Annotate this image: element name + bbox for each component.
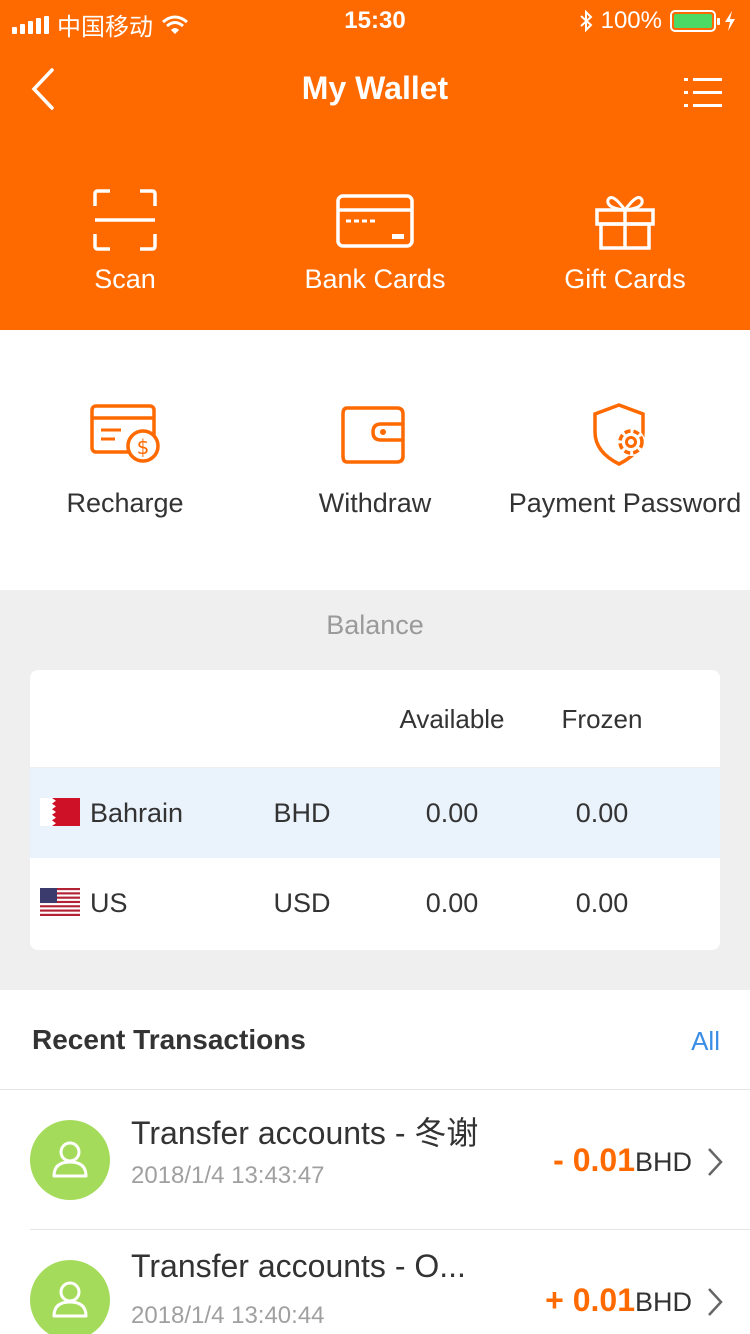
bank-cards-button[interactable]: Bank Cards	[250, 188, 500, 295]
transaction-title: Transfer accounts - O...	[131, 1248, 466, 1284]
wallet-header: 中国移动 15:30 100% My Wallet Scan Bank Card…	[0, 0, 750, 330]
recharge-button[interactable]: $ Recharge	[0, 330, 250, 590]
recharge-icon: $	[90, 404, 160, 463]
transactions-title: Recent Transactions	[32, 1024, 306, 1055]
transaction-amount: - 0.01BHD	[553, 1142, 692, 1179]
balance-row-us[interactable]: US USD 0.00 0.00	[30, 858, 720, 948]
balance-card: Available Frozen Bahrain BHD 0.00 0.00 U…	[30, 670, 720, 950]
available-amount: 0.00	[425, 888, 479, 918]
amount-value: - 0.01	[553, 1142, 635, 1178]
avatar	[30, 1120, 110, 1200]
country-name: US	[90, 888, 128, 918]
frozen-header: Frozen	[561, 704, 643, 734]
currency-code: BHD	[273, 798, 331, 828]
wallet-actions: $ Recharge Withdraw Payment Password	[0, 330, 750, 590]
wallet-icon	[341, 406, 405, 464]
withdraw-label: Withdraw	[318, 488, 432, 518]
us-flag-icon	[40, 888, 80, 916]
battery-icon	[670, 10, 720, 32]
page-title: My Wallet	[301, 70, 449, 106]
transactions-header: Recent Transactions All	[0, 990, 750, 1090]
svg-text:$: $	[137, 435, 150, 459]
gift-icon	[595, 196, 655, 250]
scan-icon	[93, 189, 157, 251]
amount-value: + 0.01	[545, 1282, 635, 1318]
bank-card-icon	[336, 194, 414, 248]
user-icon	[52, 1141, 88, 1178]
balance-title: Balance	[326, 610, 424, 640]
available-header: Available	[399, 704, 505, 734]
payment-password-button[interactable]: Payment Password	[500, 330, 750, 590]
frozen-amount: 0.00	[575, 888, 629, 918]
scan-button[interactable]: Scan	[0, 188, 250, 295]
bahrain-flag-icon	[40, 798, 80, 826]
transaction-time: 2018/1/4 13:40:44	[131, 1302, 325, 1329]
transaction-row[interactable]: Transfer accounts - O... 2018/1/4 13:40:…	[30, 1230, 750, 1334]
withdraw-button[interactable]: Withdraw	[250, 330, 500, 590]
chevron-right-icon	[708, 1288, 723, 1316]
recharge-label: Recharge	[66, 488, 184, 518]
transaction-time: 2018/1/4 13:43:47	[131, 1162, 325, 1189]
gift-cards-button[interactable]: Gift Cards	[500, 188, 750, 295]
list-menu-icon[interactable]	[684, 76, 722, 110]
charging-icon	[725, 11, 735, 31]
avatar	[30, 1260, 110, 1334]
balance-row-bahrain[interactable]: Bahrain BHD 0.00 0.00	[30, 768, 720, 858]
status-bar: 中国移动 15:30 100%	[0, 0, 750, 41]
gift-cards-label: Gift Cards	[564, 264, 686, 294]
view-all-link[interactable]: All	[691, 1026, 720, 1057]
transaction-amount: + 0.01BHD	[545, 1282, 692, 1319]
country-name: Bahrain	[90, 798, 184, 828]
transaction-row[interactable]: Transfer accounts - 冬谢 2018/1/4 13:43:47…	[30, 1090, 750, 1230]
balance-header: Available Frozen	[30, 670, 720, 768]
battery-percent: 100%	[600, 7, 662, 34]
bank-cards-label: Bank Cards	[304, 264, 446, 294]
bluetooth-icon	[579, 10, 593, 32]
available-amount: 0.00	[425, 798, 479, 828]
currency-code: USD	[273, 888, 331, 918]
recent-transactions: Recent Transactions All Transfer account…	[0, 990, 750, 1334]
amount-currency: BHD	[634, 1147, 692, 1177]
chevron-right-icon	[708, 1148, 723, 1176]
payment-password-label: Payment Password	[508, 488, 742, 518]
shield-gear-icon	[593, 403, 645, 466]
transaction-title: Transfer accounts - 冬谢	[131, 1115, 479, 1151]
amount-currency: BHD	[634, 1287, 692, 1317]
scan-label: Scan	[94, 264, 156, 294]
quick-actions: Scan Bank Cards Gift Cards	[0, 188, 750, 295]
user-icon	[52, 1281, 88, 1318]
nav-bar: My Wallet	[0, 50, 750, 130]
frozen-amount: 0.00	[575, 798, 629, 828]
